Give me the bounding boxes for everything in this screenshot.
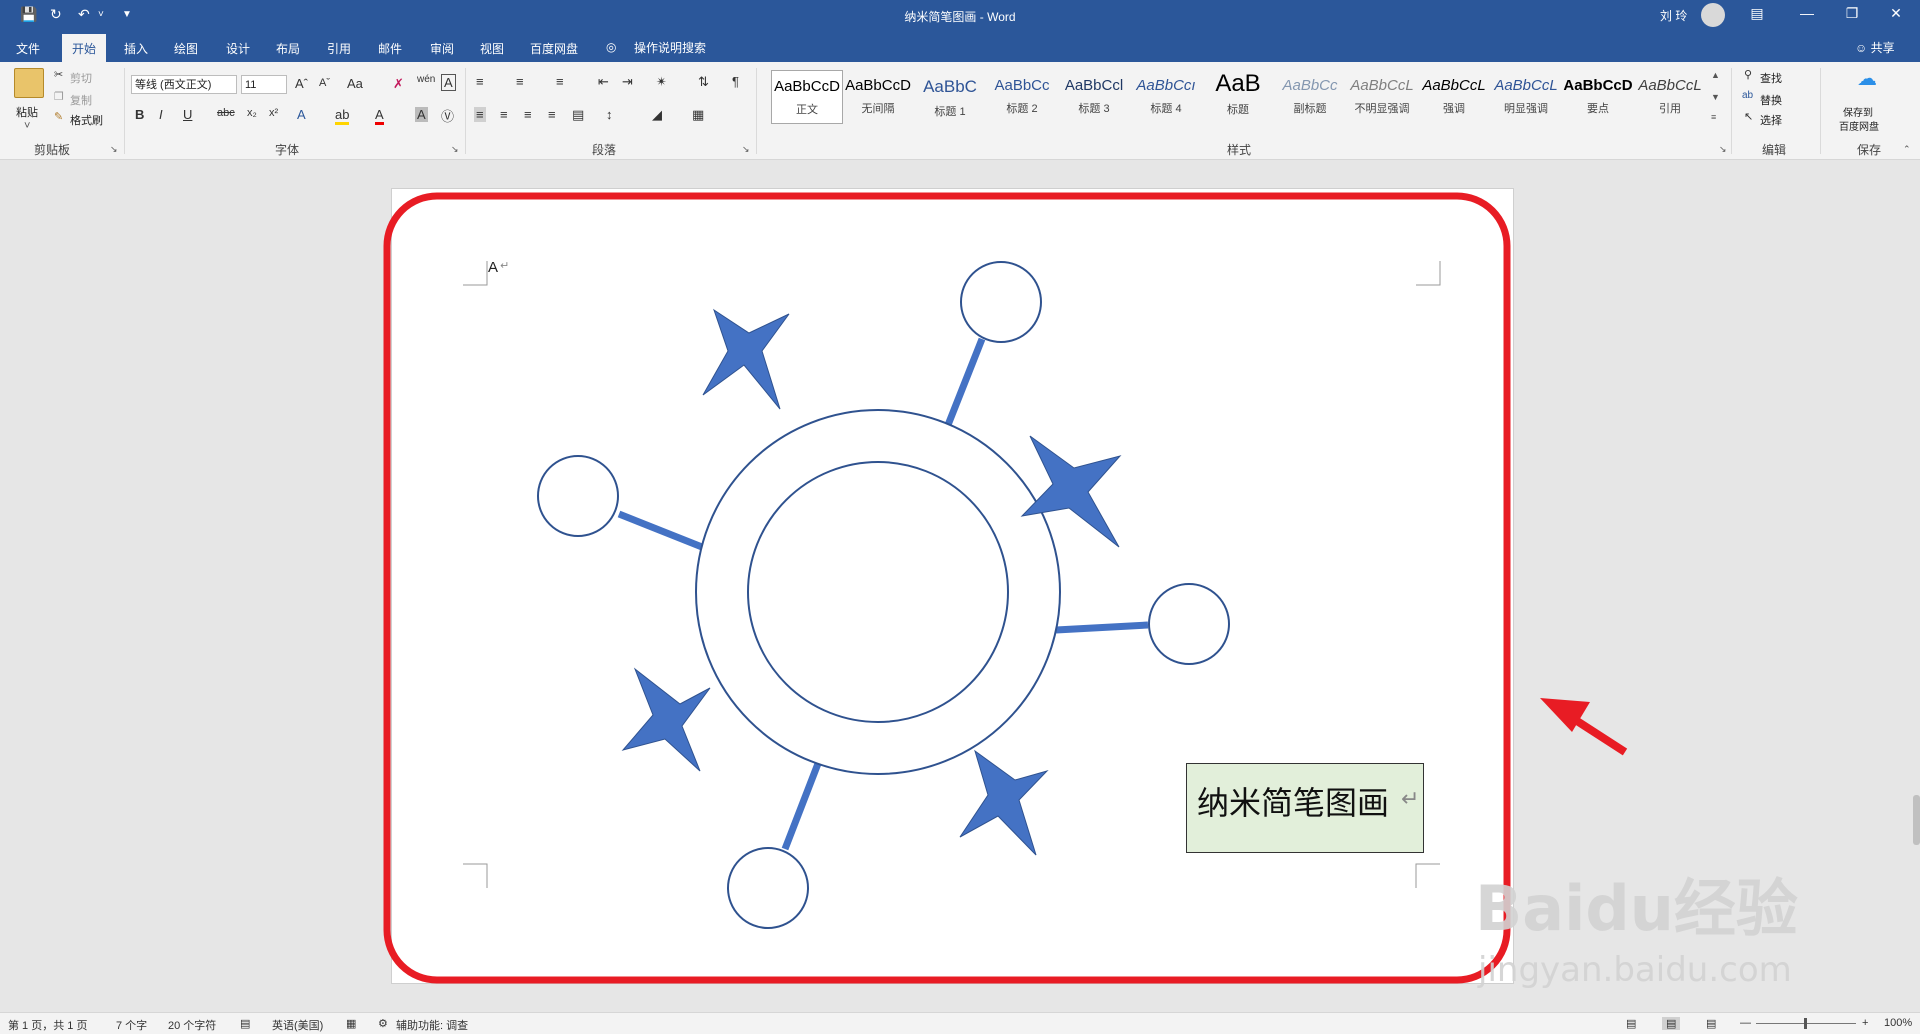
char-count[interactable]: 20 个字符 [168,1017,216,1033]
accessibility-icon: ⚙ [378,1018,388,1030]
zoom-level[interactable]: 100% [1884,1017,1912,1029]
zoom-slider-thumb[interactable] [1804,1018,1807,1029]
print-layout-icon[interactable]: ▤ [1662,1017,1681,1030]
language[interactable]: 英语(美国) [272,1017,323,1033]
web-layout-icon[interactable]: ▤ [1706,1017,1716,1030]
highlight-frame [383,192,1511,984]
zoom-out-icon[interactable]: — [1740,1017,1751,1029]
word-count[interactable]: 7 个字 [116,1017,147,1033]
macro-icon[interactable]: ▦ [346,1017,356,1030]
watermark-brand: Baidu经验 [1475,872,1798,945]
page-count[interactable]: 第 1 页，共 1 页 [8,1017,87,1033]
watermark-url: jingyan.baidu.com [1478,950,1792,990]
vertical-scrollbar-thumb[interactable] [1913,795,1920,845]
proofing-icon[interactable]: ▤ [240,1017,250,1030]
status-bar: 第 1 页，共 1 页 7 个字 20 个字符 ▤ 英语(美国) ▦ ⚙ 辅助功… [0,1012,1920,1034]
read-mode-icon[interactable]: ▤ [1626,1017,1636,1030]
zoom-in-icon[interactable]: + [1862,1017,1868,1029]
accessibility-status[interactable]: 辅助功能: 调查 [396,1017,468,1033]
